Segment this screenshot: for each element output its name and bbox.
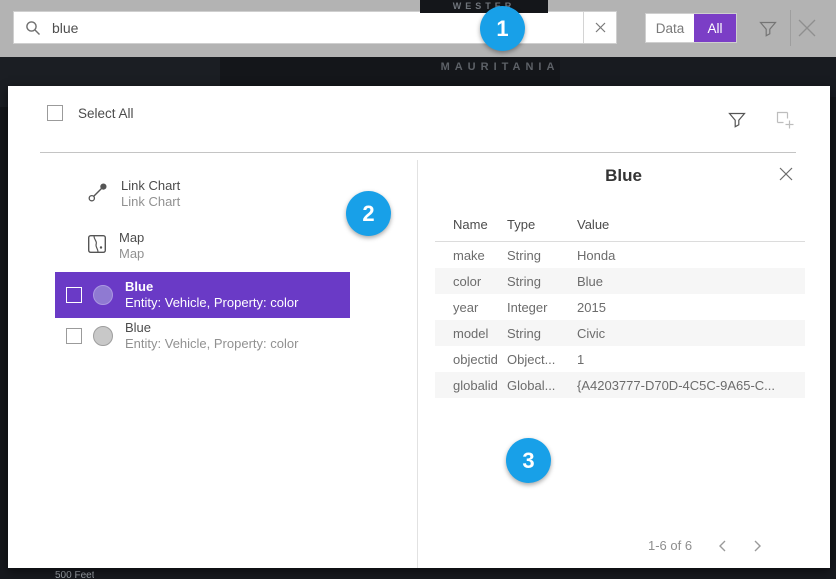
map-label-western-sahara: WESTER [420,0,548,13]
table-row: model String Civic [435,320,805,346]
item-title: Blue [125,279,298,295]
search-icon [25,20,41,36]
item-subtitle: Link Chart [121,194,180,210]
cell-name: objectid [435,352,507,367]
item-subtitle: Map [119,246,144,262]
pagination-label: 1-6 of 6 [648,538,692,553]
link-chart-icon [87,181,109,208]
cell-name: globalid [435,378,507,393]
callout-badge-1: 1 [480,6,525,51]
callout-badge-3: 3 [506,438,551,483]
entity-circle-icon [93,326,113,346]
next-page-button[interactable] [753,539,762,553]
cell-type: String [507,248,577,263]
toolbar-close-button[interactable] [796,17,818,39]
attribute-table-header: Name Type Value [435,217,805,232]
cell-type: String [507,326,577,341]
entity-circle-icon [93,285,113,305]
callout-badge-2: 2 [346,191,391,236]
map-icon [87,234,107,259]
cell-name: make [435,248,507,263]
item-subtitle: Entity: Vehicle, Property: color [125,295,298,311]
map-scale-label: 500 Feet [55,570,94,579]
map-label-mauritania: MAURITANIA [330,61,670,73]
chevron-left-icon [718,539,727,553]
select-all-control[interactable]: Select All [47,105,134,121]
filter-icon [726,108,748,130]
cell-value: 1 [577,352,805,367]
cell-name: model [435,326,507,341]
item-subtitle: Entity: Vehicle, Property: color [125,336,298,352]
select-all-checkbox[interactable] [47,105,63,121]
pagination: 1-6 of 6 [648,538,762,553]
cell-type: Object... [507,352,577,367]
list-item-blue-selected[interactable]: Blue Entity: Vehicle, Property: color [55,272,350,318]
cell-value: {A4203777-D70D-4C5C-9A65-C... [577,378,805,393]
list-item-link-chart[interactable]: Link Chart Link Chart [87,178,180,210]
chevron-right-icon [753,539,762,553]
column-header-type: Type [507,217,577,232]
search-toolbar: Data All [0,0,836,57]
cell-type: Global... [507,378,577,393]
search-box[interactable] [13,11,617,44]
add-to-new-button[interactable] [773,108,797,132]
item-title: Map [119,230,144,246]
cell-value: Civic [577,326,805,341]
add-square-icon [773,108,797,132]
cell-name: year [435,300,507,315]
attribute-table: make String Honda color String Blue year… [435,242,805,398]
cell-value: Blue [577,274,805,289]
close-icon [796,17,818,39]
item-title: Blue [125,320,298,336]
detail-title: Blue [417,166,830,186]
detail-close-button[interactable] [778,166,794,182]
cell-name: color [435,274,507,289]
cell-value: Honda [577,248,805,263]
close-icon [778,166,794,182]
toolbar-filter-button[interactable] [757,17,779,39]
search-scope-toggle: Data All [645,13,737,43]
list-item-blue[interactable]: Blue Entity: Vehicle, Property: color [55,320,298,352]
previous-page-button[interactable] [718,539,727,553]
table-row: year Integer 2015 [435,294,805,320]
cell-type: String [507,274,577,289]
results-filter-button[interactable] [726,108,748,130]
item-checkbox[interactable] [66,287,82,303]
table-row: globalid Global... {A4203777-D70D-4C5C-9… [435,372,805,398]
table-row: make String Honda [435,242,805,268]
item-checkbox[interactable] [66,328,82,344]
list-item-map[interactable]: Map Map [87,230,144,262]
list-detail-divider [417,160,418,568]
table-row: objectid Object... 1 [435,346,805,372]
cell-value: 2015 [577,300,805,315]
table-row: color String Blue [435,268,805,294]
filter-icon [757,17,779,39]
select-all-label: Select All [78,106,134,121]
item-title: Link Chart [121,178,180,194]
column-header-name: Name [435,217,507,232]
cell-type: Integer [507,300,577,315]
scope-data-button[interactable]: Data [646,14,694,42]
clear-search-button[interactable] [583,12,616,43]
scope-all-button[interactable]: All [694,14,736,42]
close-icon [594,21,607,34]
toolbar-divider [790,10,791,46]
column-header-value: Value [577,217,805,232]
panel-header-divider [40,152,796,153]
